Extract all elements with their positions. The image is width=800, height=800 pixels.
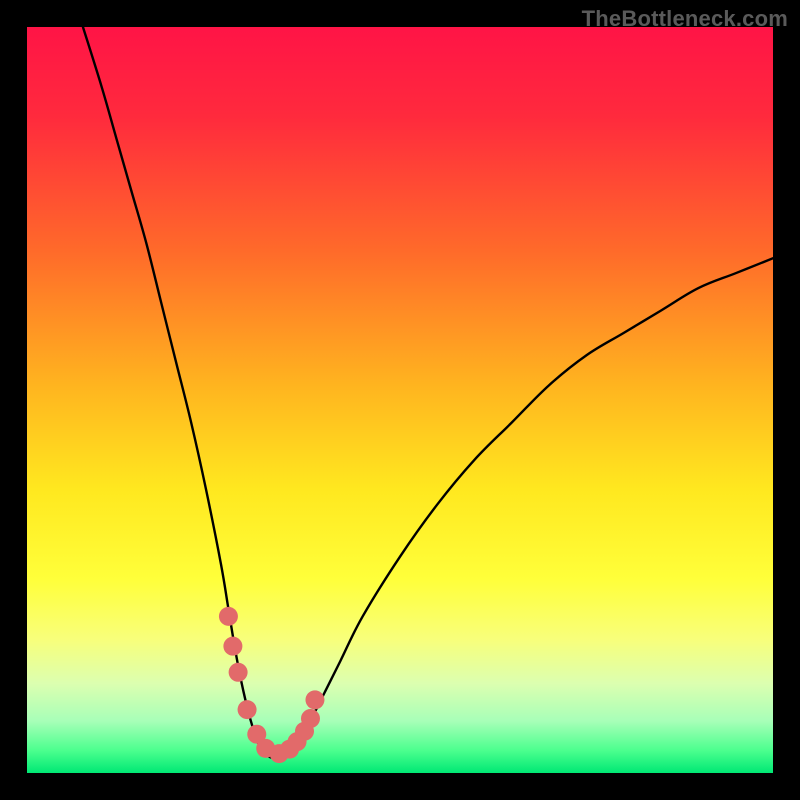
plot-area [27,27,773,773]
gradient-background [27,27,773,773]
optimal-marker [229,663,248,682]
optimal-marker [305,690,324,709]
optimal-marker [301,709,320,728]
chart-container: TheBottleneck.com [0,0,800,800]
watermark-text: TheBottleneck.com [582,6,788,32]
optimal-marker [223,637,242,656]
bottleneck-chart [27,27,773,773]
optimal-marker [238,700,257,719]
optimal-marker [219,607,238,626]
